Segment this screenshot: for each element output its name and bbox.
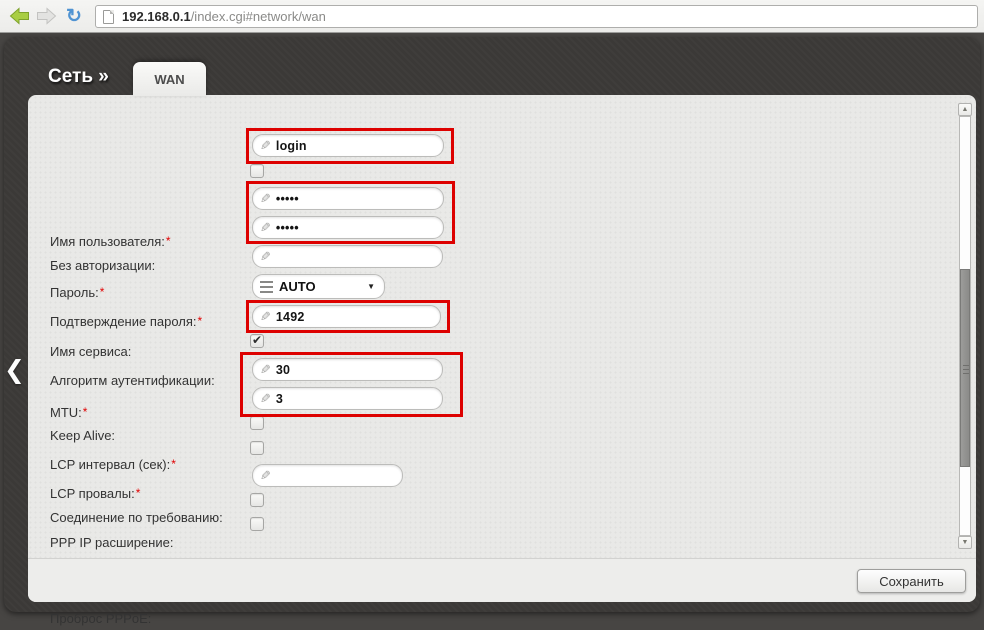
pencil-icon: ✎ [260, 363, 271, 376]
pppoe-passthrough-checkbox[interactable] [250, 517, 264, 531]
dial-on-demand-checkbox[interactable] [250, 416, 264, 430]
label-service-name: Имя сервиса: [50, 344, 131, 359]
static-ip-input[interactable]: ✎ [252, 464, 403, 487]
pencil-icon: ✎ [260, 192, 271, 205]
label-lcp-interval: LCP интервал (сек):* [50, 457, 176, 472]
address-bar[interactable]: 192.168.0.1/index.cgi#network/wan [95, 5, 978, 28]
lcp-interval-input[interactable]: ✎ 30 [252, 358, 443, 381]
label-password-confirm: Подтверждение пароля:* [50, 314, 202, 329]
auth-algorithm-select[interactable]: AUTO ▼ [252, 274, 385, 299]
url-host: 192.168.0.1 [122, 9, 191, 24]
password-confirm-input[interactable]: ✎ ••••• [252, 216, 444, 239]
label-lcp-fails: LCP провалы:* [50, 486, 140, 501]
label-auth-algorithm: Алгоритм аутентификации: [50, 373, 215, 388]
pencil-icon: ✎ [260, 310, 271, 323]
pencil-icon: ✎ [260, 139, 271, 152]
pencil-icon: ✎ [260, 221, 271, 234]
scroll-up-icon[interactable]: ▲ [958, 103, 972, 116]
pencil-icon: ✎ [260, 392, 271, 405]
scrollbar-thumb[interactable] [960, 269, 970, 467]
ppp-debug-checkbox[interactable] [250, 493, 264, 507]
collapse-menu-icon[interactable]: ❮ [4, 355, 25, 385]
refresh-icon[interactable]: ↻ [62, 5, 86, 27]
content-scrollbar[interactable]: ▲ ▼ [958, 103, 972, 549]
service-name-input[interactable]: ✎ [252, 245, 443, 268]
label-username: Имя пользователя:* [50, 234, 171, 249]
label-pppoe-passthrough: Проброс PPPoE: [50, 611, 151, 626]
label-dial-on-demand: Соединение по требованию: [50, 510, 223, 525]
label-keep-alive: Keep Alive: [50, 428, 115, 443]
password-input[interactable]: ✎ ••••• [252, 187, 444, 210]
pencil-icon: ✎ [260, 250, 271, 263]
keep-alive-checkbox[interactable]: ✔ [250, 334, 264, 348]
check-icon: ✔ [252, 334, 262, 346]
ppp-ip-extension-checkbox[interactable] [250, 441, 264, 455]
chevron-down-icon: ▼ [367, 282, 375, 291]
scrollbar-track[interactable] [959, 116, 971, 536]
breadcrumb: Сеть » [48, 66, 109, 88]
url-path: /index.cgi#network/wan [191, 9, 326, 24]
no-auth-checkbox[interactable] [250, 164, 264, 178]
label-ppp-ip-extension: PPP IP расширение: [50, 535, 173, 550]
tab-wan[interactable]: WAN [133, 62, 206, 96]
label-no-auth: Без авторизации: [50, 258, 155, 273]
browser-toolbar: ↻ 192.168.0.1/index.cgi#network/wan [0, 0, 984, 33]
scrollbar-grip [963, 365, 969, 374]
back-icon[interactable] [7, 5, 31, 27]
pencil-icon: ✎ [260, 469, 271, 482]
label-mtu: MTU:* [50, 405, 87, 420]
username-input[interactable]: ✎ login [252, 134, 444, 157]
scroll-down-icon[interactable]: ▼ [958, 536, 972, 549]
list-icon [260, 281, 273, 293]
forward-icon[interactable] [34, 5, 58, 27]
wan-settings-panel: Имя пользователя:* Без авторизации: Паро… [28, 95, 976, 602]
panel-footer: Сохранить [28, 558, 976, 602]
page-icon [103, 10, 114, 24]
label-password: Пароль:* [50, 285, 104, 300]
save-button[interactable]: Сохранить [857, 569, 966, 593]
lcp-fails-input[interactable]: ✎ 3 [252, 387, 443, 410]
mtu-input[interactable]: ✎ 1492 [252, 305, 441, 328]
